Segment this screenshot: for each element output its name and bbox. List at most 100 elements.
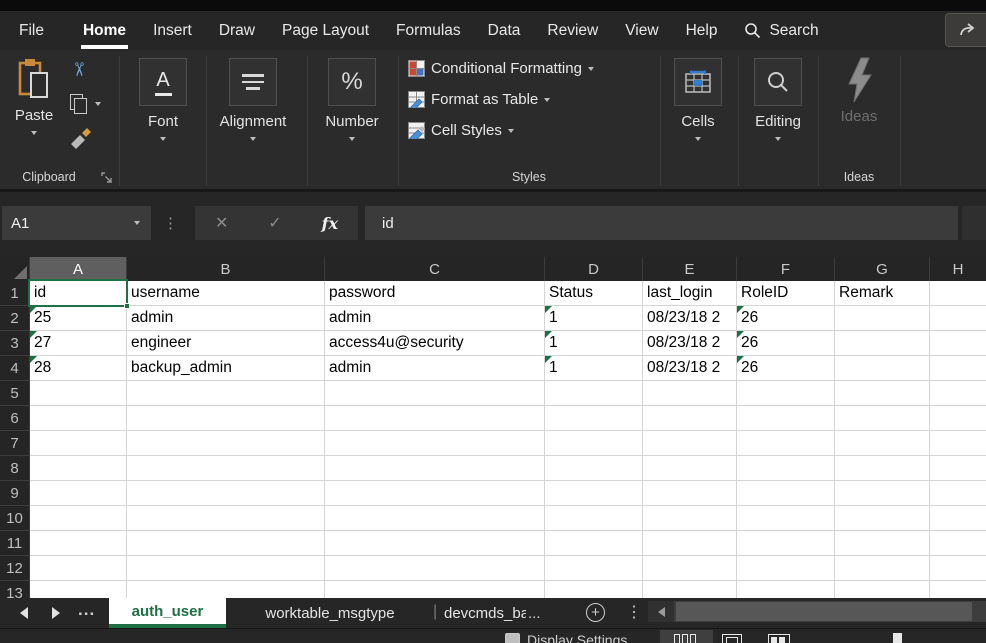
cell-H1[interactable] (930, 281, 986, 306)
cell-F8[interactable] (737, 456, 835, 481)
cell-G5[interactable] (835, 381, 930, 406)
cell-G6[interactable] (835, 406, 930, 431)
page-break-view-icon[interactable] (768, 634, 790, 643)
cell-F5[interactable] (737, 381, 835, 406)
cell-C1[interactable]: password (325, 281, 545, 306)
cell-G12[interactable] (835, 556, 930, 581)
cell-A2[interactable]: 25 (30, 306, 127, 331)
number-dropdown-caret[interactable] (349, 137, 355, 141)
menu-data[interactable]: Data (488, 22, 521, 40)
cell-C7[interactable] (325, 431, 545, 456)
menu-draw[interactable]: Draw (219, 22, 255, 40)
scrollbar-track[interactable] (674, 601, 986, 622)
cell-E11[interactable] (643, 531, 737, 556)
zoom-slider-handle[interactable] (893, 633, 902, 643)
row-header-7[interactable]: 7 (0, 431, 30, 456)
cells-group-button[interactable]: Cells (674, 58, 722, 141)
cell-A9[interactable] (30, 481, 127, 506)
number-group-button[interactable]: % Number (318, 58, 386, 141)
cell-G8[interactable] (835, 456, 930, 481)
cell-B4[interactable]: backup_admin (127, 356, 325, 381)
cell-E10[interactable] (643, 506, 737, 531)
format-painter-button[interactable] (68, 126, 94, 152)
cell-A1[interactable]: id (30, 281, 127, 306)
cell-B12[interactable] (127, 556, 325, 581)
cell-A12[interactable] (30, 556, 127, 581)
cell-B10[interactable] (127, 506, 325, 531)
paste-dropdown-caret[interactable] (31, 131, 37, 135)
normal-view-icon[interactable] (674, 634, 696, 643)
cell-C13[interactable] (325, 581, 545, 598)
row-header-13[interactable]: 13 (0, 581, 30, 598)
cell-F13[interactable] (737, 581, 835, 598)
cell-A8[interactable] (30, 456, 127, 481)
cell-G3[interactable] (835, 331, 930, 356)
copy-button[interactable] (70, 94, 87, 114)
cell-H3[interactable] (930, 331, 986, 356)
menu-view[interactable]: View (625, 22, 658, 40)
editing-group-button[interactable]: Editing (748, 58, 808, 141)
cell-H12[interactable] (930, 556, 986, 581)
cell-G4[interactable] (835, 356, 930, 381)
cell-D7[interactable] (545, 431, 643, 456)
cell-A6[interactable] (30, 406, 127, 431)
cell-D12[interactable] (545, 556, 643, 581)
cell-H2[interactable] (930, 306, 986, 331)
cell-E12[interactable] (643, 556, 737, 581)
horizontal-scrollbar[interactable] (648, 601, 986, 622)
column-header-E[interactable]: E (643, 257, 737, 281)
formula-input[interactable]: id (365, 206, 958, 240)
copy-dropdown-caret[interactable] (95, 102, 101, 106)
cell-D1[interactable]: Status (545, 281, 643, 306)
cell-H6[interactable] (930, 406, 986, 431)
cell-C3[interactable]: access4u@security (325, 331, 545, 356)
cell-B2[interactable]: admin (127, 306, 325, 331)
cell-F1[interactable]: RoleID (737, 281, 835, 306)
cell-E13[interactable] (643, 581, 737, 598)
cell-H7[interactable] (930, 431, 986, 456)
name-box[interactable]: A1 (2, 206, 151, 240)
sheet-tab-devcmds[interactable]: devcmds_ba ... (444, 598, 548, 628)
sheet-tab-auth-user[interactable]: auth_user (109, 598, 226, 628)
cell-E8[interactable] (643, 456, 737, 481)
font-dropdown-caret[interactable] (160, 137, 166, 141)
cell-B11[interactable] (127, 531, 325, 556)
display-settings-label[interactable]: Display Settings (527, 632, 627, 643)
cell-D13[interactable] (545, 581, 643, 598)
column-header-A[interactable]: A (30, 257, 127, 281)
cell-F11[interactable] (737, 531, 835, 556)
cell-A4[interactable]: 28 (30, 356, 127, 381)
cell-C2[interactable]: admin (325, 306, 545, 331)
cell-D6[interactable] (545, 406, 643, 431)
scrollbar-thumb[interactable] (676, 602, 972, 621)
cell-D10[interactable] (545, 506, 643, 531)
conditional-formatting-button[interactable]: Conditional Formatting (408, 60, 594, 77)
editing-dropdown-caret[interactable] (775, 137, 781, 141)
cell-F9[interactable] (737, 481, 835, 506)
cancel-icon[interactable]: ✕ (215, 213, 228, 233)
cell-E9[interactable] (643, 481, 737, 506)
cell-E4[interactable]: 08/23/18 2 (643, 356, 737, 381)
enter-icon[interactable]: ✓ (268, 213, 281, 233)
cell-C6[interactable] (325, 406, 545, 431)
row-header-9[interactable]: 9 (0, 481, 30, 506)
menu-page-layout[interactable]: Page Layout (282, 22, 369, 40)
cell-F12[interactable] (737, 556, 835, 581)
cell-A7[interactable] (30, 431, 127, 456)
row-header-2[interactable]: 2 (0, 306, 30, 331)
select-all-button[interactable] (0, 257, 30, 281)
row-header-8[interactable]: 8 (0, 456, 30, 481)
cell-F6[interactable] (737, 406, 835, 431)
prev-sheet-arrow-icon[interactable] (20, 607, 28, 619)
sheet-tab-worktable-msgtype[interactable]: worktable_msgtype (232, 598, 428, 628)
row-header-11[interactable]: 11 (0, 531, 30, 556)
cell-C11[interactable] (325, 531, 545, 556)
cell-G9[interactable] (835, 481, 930, 506)
cell-A3[interactable]: 27 (30, 331, 127, 356)
column-header-F[interactable]: F (737, 257, 835, 281)
cell-G7[interactable] (835, 431, 930, 456)
cell-D4[interactable]: 1 (545, 356, 643, 381)
cell-G13[interactable] (835, 581, 930, 598)
cell-D8[interactable] (545, 456, 643, 481)
cell-F3[interactable]: 26 (737, 331, 835, 356)
